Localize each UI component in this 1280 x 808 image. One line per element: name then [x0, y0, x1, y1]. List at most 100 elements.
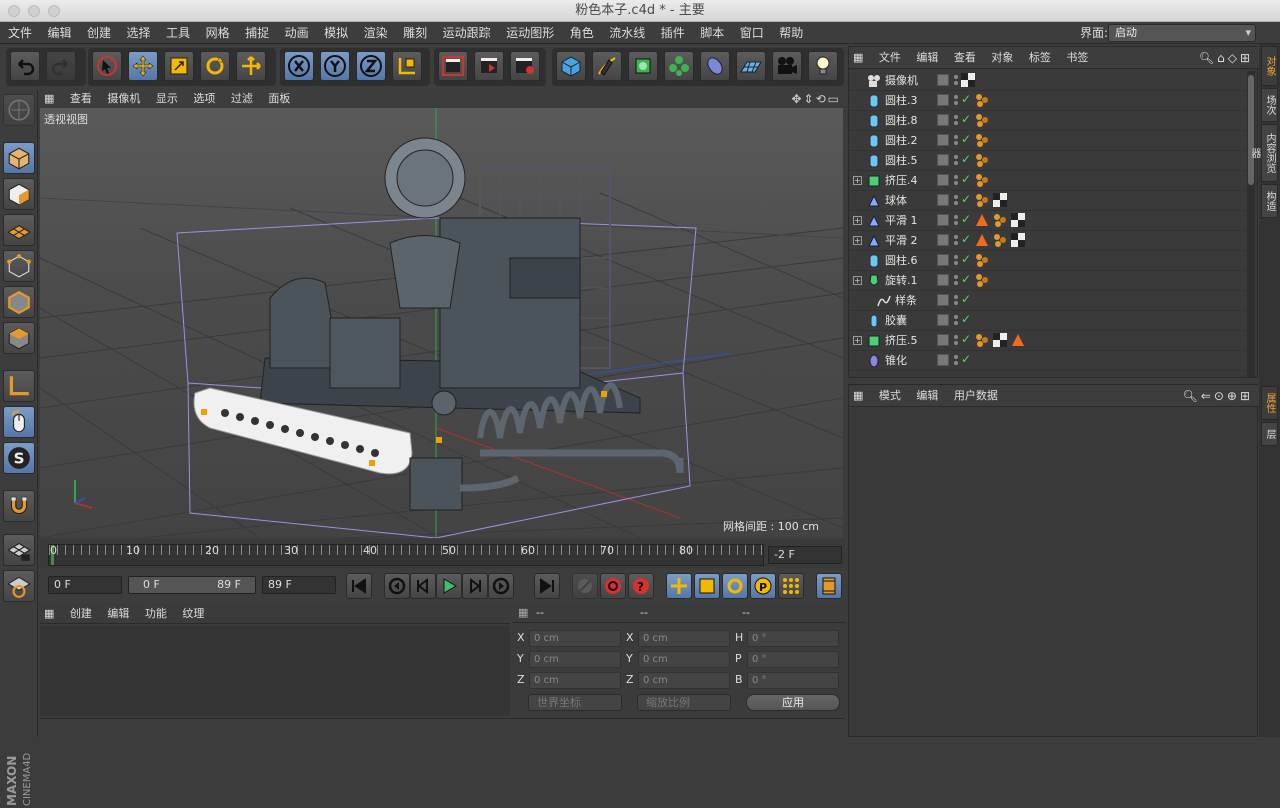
visibility-dots[interactable] [953, 274, 959, 286]
viewport-menu-filter[interactable]: 过滤 [225, 90, 259, 108]
material-tag-icon[interactable] [975, 93, 989, 107]
object-name[interactable]: 旋转.1 [885, 271, 918, 291]
phong-tag-icon[interactable] [975, 233, 989, 247]
key-parameter-button[interactable]: P [750, 573, 776, 599]
material-menu-create[interactable]: 创建 [64, 604, 98, 624]
timeline-ruler[interactable]: 0 10 20 30 40 50 60 70 80 -2 F [40, 540, 845, 568]
timeline-window-button[interactable] [816, 573, 842, 599]
layer-color-swatch[interactable] [937, 74, 949, 86]
visibility-dots[interactable] [953, 74, 959, 86]
workplane-mode-button[interactable] [3, 214, 35, 246]
position-y-field[interactable]: 0 cm [529, 651, 621, 668]
points-mode-button[interactable] [3, 250, 35, 282]
layer-color-swatch[interactable] [937, 314, 949, 326]
layer-color-swatch[interactable] [937, 214, 949, 226]
menu-script[interactable]: 脚本 [694, 22, 730, 44]
menu-mesh[interactable]: 网格 [200, 22, 236, 44]
subdivision-surface-button[interactable] [628, 51, 658, 81]
layer-color-swatch[interactable] [937, 274, 949, 286]
tab-takes[interactable]: 场次 [1261, 88, 1278, 122]
visibility-dots[interactable] [953, 174, 959, 186]
object-row[interactable]: 圆柱.6 ✓ [849, 251, 1245, 271]
light-object-button[interactable] [808, 51, 838, 81]
object-row[interactable]: + 旋转.1 ✓ [849, 271, 1245, 291]
object-row[interactable]: 胶囊 ✓ [849, 311, 1245, 331]
attribute-menu-user-data[interactable]: 用户数据 [948, 385, 1004, 407]
object-row[interactable]: + 平滑 2 ✓ [849, 231, 1245, 251]
material-menu-edit[interactable]: 编辑 [101, 604, 135, 624]
record-active-objects-button[interactable] [572, 573, 598, 599]
menu-simulate[interactable]: 模拟 [318, 22, 354, 44]
enabled-check-icon[interactable]: ✓ [961, 352, 971, 366]
rotation-p-field[interactable]: 0 ° [747, 651, 839, 668]
enabled-check-icon[interactable]: ✓ [961, 212, 971, 226]
viewport-menu-view[interactable]: 查看 [64, 90, 98, 108]
scale-mode-dropdown[interactable]: 缩放比例 [637, 694, 731, 711]
object-manager-tool-icons[interactable]: 🔍︎⌂◇⊞ [1199, 47, 1253, 69]
tab-attributes[interactable]: 属性 [1261, 386, 1278, 420]
visibility-dots[interactable] [953, 194, 959, 206]
render-picture-viewer-button[interactable] [474, 51, 504, 81]
visibility-dots[interactable] [953, 134, 959, 146]
floor-object-button[interactable] [736, 51, 766, 81]
minimize-window-button[interactable] [28, 5, 40, 17]
enabled-check-icon[interactable]: ✓ [961, 172, 971, 186]
position-z-field[interactable]: 0 cm [529, 672, 621, 689]
next-key-button[interactable] [488, 573, 514, 599]
material-tag-icon[interactable] [993, 233, 1007, 247]
redo-button[interactable] [46, 51, 76, 81]
object-name[interactable]: 平滑 1 [885, 211, 918, 231]
polygons-mode-button[interactable] [3, 322, 35, 354]
checker-tag-icon[interactable] [961, 73, 975, 87]
tab-structure[interactable]: 构造 [1261, 184, 1278, 218]
menu-snap[interactable]: 捕捉 [239, 22, 275, 44]
layer-color-swatch[interactable] [937, 134, 949, 146]
expand-toggle[interactable]: + [853, 236, 862, 245]
object-name[interactable]: 球体 [885, 191, 907, 211]
scale-tool-button[interactable] [164, 51, 194, 81]
object-name[interactable]: 圆柱.3 [885, 91, 918, 111]
object-name[interactable]: 圆柱.5 [885, 151, 918, 171]
material-tag-icon[interactable] [975, 113, 989, 127]
planar-workplane-button[interactable] [3, 570, 35, 602]
object-row[interactable]: + 挤压.4 ✓ [849, 171, 1245, 191]
preview-range-slider[interactable]: 0 F 89 F [128, 576, 256, 594]
viewport-menu-options[interactable]: 选项 [187, 90, 221, 108]
next-frame-button[interactable] [462, 573, 488, 599]
menu-create[interactable]: 创建 [81, 22, 117, 44]
coordinate-mode-dropdown[interactable]: 世界坐标 [528, 694, 622, 711]
material-menu-texture[interactable]: 纹理 [176, 604, 210, 624]
tab-layers[interactable]: 层 [1261, 422, 1278, 446]
render-view-button[interactable] [438, 51, 468, 81]
y-axis-button[interactable] [320, 51, 350, 81]
rotation-b-field[interactable]: 0 ° [747, 672, 839, 689]
camera-object-button[interactable] [772, 51, 802, 81]
menu-sculpt[interactable]: 雕刻 [397, 22, 433, 44]
visibility-dots[interactable] [953, 94, 959, 106]
timeline-track[interactable] [48, 544, 765, 566]
expand-toggle[interactable]: + [853, 176, 862, 185]
object-row[interactable]: 摄像机 [849, 71, 1245, 91]
key-scale-button[interactable] [694, 573, 720, 599]
object-row[interactable]: + 挤压.5 ✓ [849, 331, 1245, 351]
object-row[interactable]: 锥化 ✓ [849, 351, 1245, 371]
menu-tools[interactable]: 工具 [160, 22, 196, 44]
model-mode-button[interactable] [3, 142, 35, 174]
enabled-check-icon[interactable]: ✓ [961, 332, 971, 346]
layer-color-swatch[interactable] [937, 254, 949, 266]
viewport-navigation-icons[interactable]: ✥⇕⟲▭ [791, 90, 841, 108]
texture-mode-button[interactable] [3, 178, 35, 210]
expand-toggle[interactable]: + [853, 336, 862, 345]
visibility-dots[interactable] [953, 114, 959, 126]
apply-button[interactable]: 应用 [746, 694, 840, 711]
menu-render[interactable]: 渲染 [358, 22, 394, 44]
object-name[interactable]: 圆柱.6 [885, 251, 918, 271]
render-settings-button[interactable] [510, 51, 540, 81]
deformer-button[interactable] [700, 51, 730, 81]
viewport-menu-display[interactable]: 显示 [150, 90, 184, 108]
enabled-check-icon[interactable]: ✓ [961, 252, 971, 266]
object-name[interactable]: 平滑 2 [885, 231, 918, 251]
object-row[interactable]: 球体 ✓ [849, 191, 1245, 211]
layer-color-swatch[interactable] [937, 334, 949, 346]
menu-motion-tracking[interactable]: 运动跟踪 [437, 22, 497, 44]
